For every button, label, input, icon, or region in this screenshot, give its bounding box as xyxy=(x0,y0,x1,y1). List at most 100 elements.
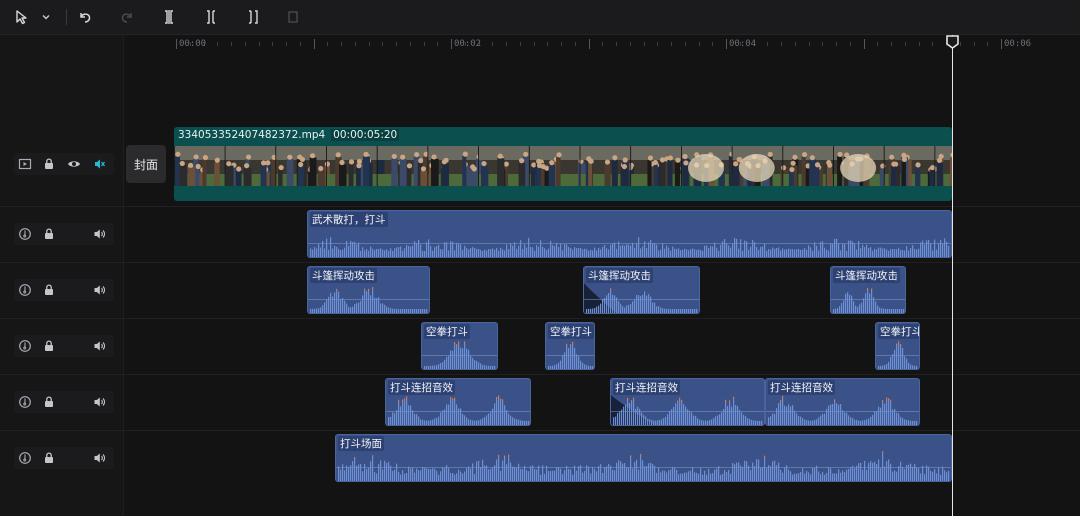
split-button[interactable] xyxy=(158,5,180,29)
ruler-tick xyxy=(602,42,604,46)
select-tool-button[interactable] xyxy=(12,5,32,29)
track-headers xyxy=(0,35,124,516)
delete-icon xyxy=(288,11,298,23)
undo-icon xyxy=(80,13,91,23)
lock-icon[interactable] xyxy=(42,451,56,465)
video-clip-duration: 00:00:05:20 xyxy=(331,129,400,141)
ruler-tick xyxy=(781,42,782,46)
audio-clip[interactable]: 打斗场面 xyxy=(335,434,952,482)
ruler-tick xyxy=(547,42,549,46)
audio-clip-label: 打斗连招音效 xyxy=(388,380,455,395)
ruler-time-label: 00:00 xyxy=(179,39,207,49)
ruler-tick xyxy=(561,42,562,46)
ruler-tick xyxy=(918,42,920,46)
audio-clip[interactable]: 打斗连招音效 xyxy=(385,378,531,426)
trim-right-icon xyxy=(249,10,258,24)
ruler-time-label: 00:04 xyxy=(729,39,757,49)
ruler-tick xyxy=(368,42,370,46)
cover-button[interactable]: 封面 xyxy=(126,145,166,183)
cover-label: 封面 xyxy=(133,157,158,172)
lock-icon[interactable] xyxy=(42,283,56,297)
volume-icon[interactable] xyxy=(92,395,106,409)
audio-clip-label: 空拳打斗 xyxy=(424,324,470,339)
ruler-tick xyxy=(506,42,507,46)
chevron-down-icon xyxy=(42,15,50,20)
audio-clip[interactable]: 武术散打，打斗 xyxy=(307,210,952,258)
ruler-tick xyxy=(492,42,494,46)
ruler-tick xyxy=(891,42,892,46)
split-right-button[interactable] xyxy=(242,5,264,29)
volume-icon[interactable] xyxy=(92,283,106,297)
video-clip-header: 33405335240748237​2.mp4 00:00:05:20 xyxy=(178,129,400,141)
audio-clip[interactable]: 斗篷挥动攻击 xyxy=(307,266,430,314)
ruler-tick xyxy=(822,42,824,46)
ruler-major-tick xyxy=(588,39,590,49)
ruler-major-tick xyxy=(176,39,177,49)
lock-icon[interactable] xyxy=(42,157,56,171)
audio-clip-label: 斗篷挥动攻击 xyxy=(310,268,377,283)
playhead-line[interactable] xyxy=(952,35,953,516)
video-clip[interactable]: 33405335240748237​2.mp4 00:00:05:20 xyxy=(174,127,952,201)
track-divider xyxy=(0,318,1080,319)
redo-button[interactable] xyxy=(116,5,138,29)
cursor-icon xyxy=(16,10,27,25)
delete-button[interactable] xyxy=(282,5,304,29)
audio-track-icon xyxy=(19,284,31,296)
ruler-tick xyxy=(767,42,769,46)
video-thumbnail-frame xyxy=(174,146,225,186)
ruler-major-tick xyxy=(1001,39,1002,49)
ruler-tick xyxy=(423,42,425,46)
ruler-tick xyxy=(836,42,837,46)
playhead-handle[interactable] xyxy=(946,35,959,49)
ruler-tick xyxy=(877,42,879,46)
volume-icon[interactable] xyxy=(92,451,106,465)
ruler-tick xyxy=(258,42,260,46)
audio-clip-label: 打斗连招音效 xyxy=(768,380,835,395)
audio-clip[interactable]: 斗篷挥动攻击 xyxy=(583,266,700,314)
ruler-tick xyxy=(533,42,535,46)
eye-icon[interactable] xyxy=(67,157,81,171)
ruler-tick xyxy=(396,42,397,46)
audio-clip[interactable]: 打斗连招音效 xyxy=(610,378,765,426)
lock-icon[interactable] xyxy=(42,395,56,409)
audio-clip-label: 斗篷挥动攻击 xyxy=(833,268,900,283)
ruler-tick xyxy=(808,42,810,46)
undo-button[interactable] xyxy=(74,5,96,29)
select-mode-dropdown[interactable] xyxy=(38,5,54,29)
audio-track-icon xyxy=(19,452,31,464)
volume-icon[interactable] xyxy=(92,339,106,353)
ruler-tick xyxy=(574,42,576,46)
ruler-tick xyxy=(684,42,686,46)
ruler-tick xyxy=(932,42,934,46)
video-thumbnail-frame xyxy=(681,146,739,186)
ruler-tick xyxy=(849,42,851,46)
ruler-tick xyxy=(973,42,975,46)
audio-track-icon xyxy=(19,228,31,240)
audio-waveform xyxy=(336,451,951,481)
trim-left-icon xyxy=(207,10,215,24)
ruler-time-label: 00:06 xyxy=(1004,39,1032,49)
audio-mute-icon[interactable] xyxy=(92,157,106,171)
ruler-tick xyxy=(712,42,714,46)
ruler-tick xyxy=(437,42,439,46)
audio-clip[interactable]: 斗篷挥动攻击 xyxy=(830,266,906,314)
audio-clip[interactable]: 空拳打斗 xyxy=(875,322,920,370)
video-thumbnail-strip xyxy=(174,146,952,186)
audio-track-icon xyxy=(19,396,31,408)
audio-clip[interactable]: 空拳打斗 xyxy=(545,322,595,370)
ruler-tick xyxy=(643,42,645,46)
lock-icon[interactable] xyxy=(42,227,56,241)
audio-clip-label: 空拳打斗 xyxy=(548,324,594,339)
time-ruler[interactable]: 00:00 00:02 00:04 00:06 xyxy=(124,35,1080,53)
split-left-button[interactable] xyxy=(200,5,222,29)
ruler-major-tick xyxy=(863,39,865,49)
ruler-tick xyxy=(904,42,906,46)
audio-clip[interactable]: 空拳打斗 xyxy=(421,322,498,370)
ruler-tick xyxy=(987,42,989,46)
audio-track-icon xyxy=(19,340,31,352)
ruler-tick xyxy=(698,42,700,46)
audio-clip[interactable]: 打斗连招音效 xyxy=(765,378,920,426)
lock-icon[interactable] xyxy=(42,339,56,353)
volume-icon[interactable] xyxy=(92,227,106,241)
redo-icon xyxy=(121,13,132,23)
